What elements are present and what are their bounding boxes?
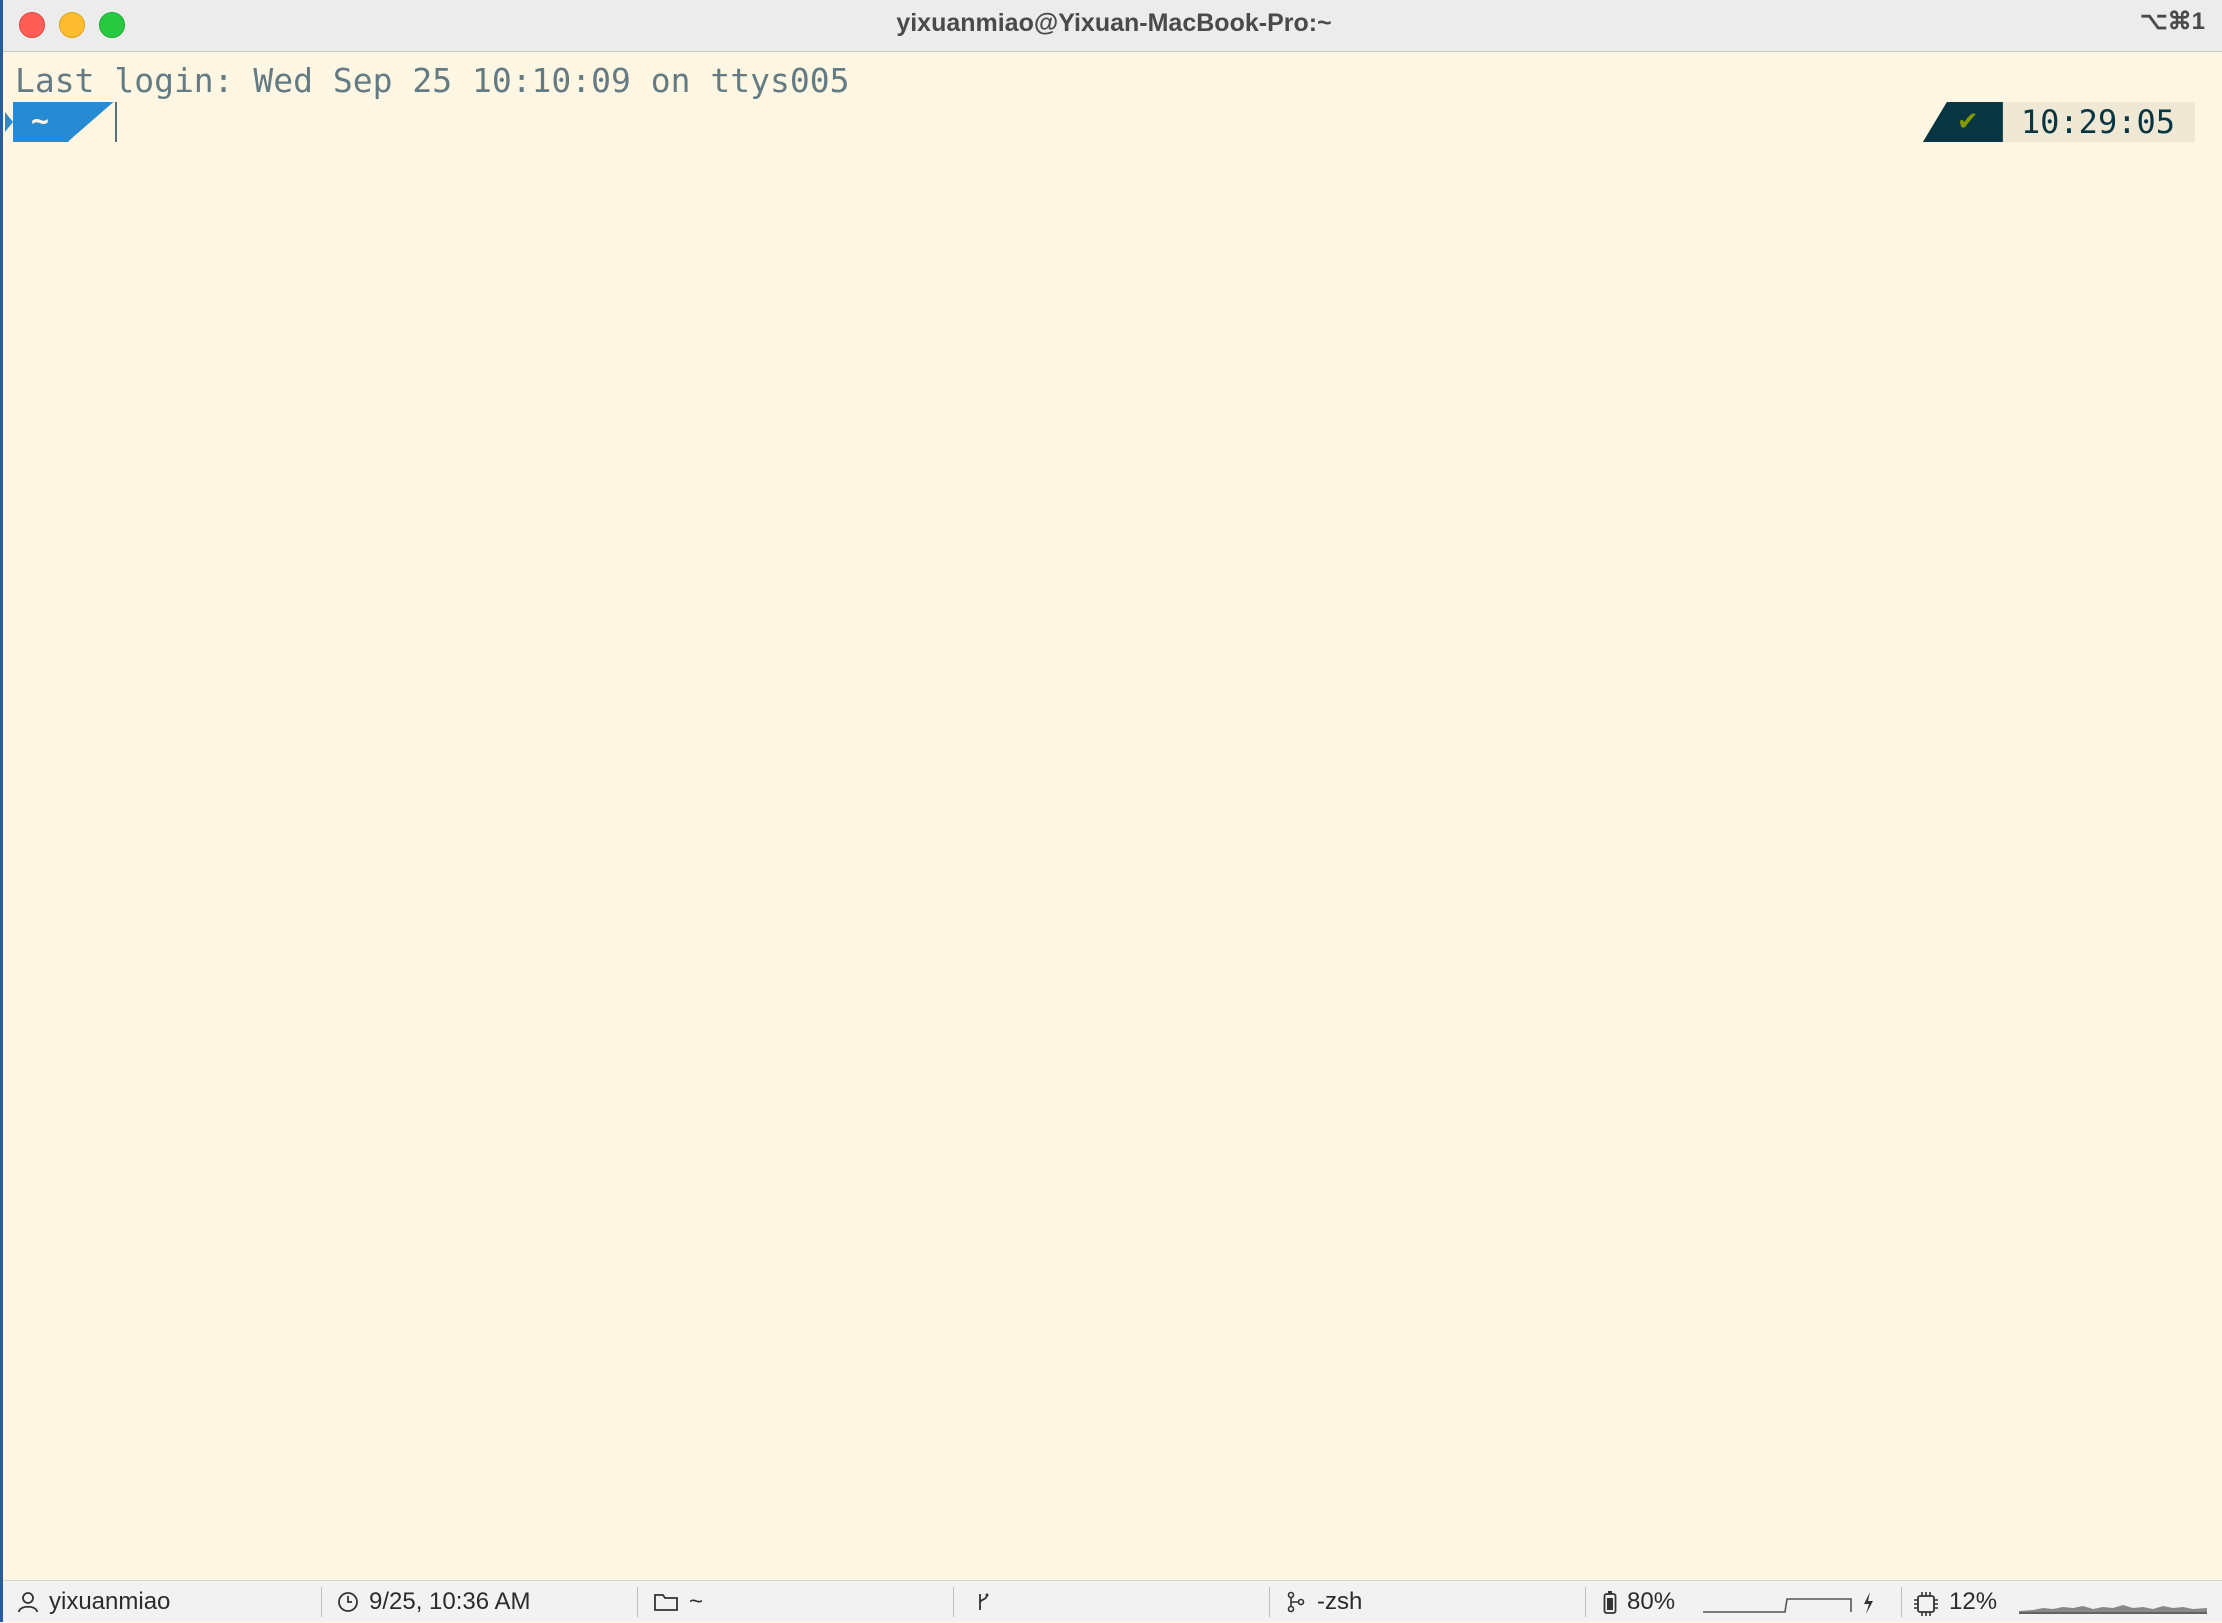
git-branch-icon [973,1591,995,1613]
status-battery[interactable]: 80% [1603,1581,1675,1623]
text-cursor [115,102,117,142]
status-bar: yixuanmiao 9/25, 10:36 AM ~ -zsh 80% 12% [3,1580,2222,1622]
status-divider [321,1587,322,1617]
terminal-window: yixuanmiao@Yixuan-MacBook-Pro:~ ⌥⌘1 Last… [0,0,2222,1622]
charging-icon [1861,1591,1883,1614]
status-datetime-label: 9/25, 10:36 AM [369,1588,531,1615]
status-directory-label: ~ [689,1588,704,1615]
prompt-time: 10:29:05 [2002,102,2195,142]
status-divider [1585,1587,1586,1617]
status-cpu-label: 12% [1949,1588,1998,1615]
status-divider [1901,1587,1902,1617]
status-segment: ✔ [1922,102,2003,142]
status-user-label: yixuanmiao [49,1588,171,1615]
prompt-segment-outline [68,102,115,142]
status-cpu[interactable]: 12% [1913,1581,1997,1623]
status-job-label: -zsh [1317,1588,1363,1615]
check-icon: ✔ [1956,107,1979,137]
user-icon [17,1591,39,1613]
status-git[interactable] [973,1581,1005,1623]
window-shortcut: ⌥⌘1 [2139,8,2205,35]
status-divider [637,1587,638,1617]
status-battery-label: 80% [1627,1588,1676,1615]
clock-icon [337,1591,359,1613]
status-divider [953,1587,954,1617]
cpu-icon [1913,1591,1939,1616]
folder-icon [653,1591,679,1613]
cpu-history-graph [2019,1605,2207,1614]
status-divider [1269,1587,1270,1617]
last-login-line: Last login: Wed Sep 25 10:10:09 on ttys0… [15,61,850,100]
process-icon [1285,1591,1307,1613]
status-user[interactable]: yixuanmiao [17,1581,170,1623]
status-job[interactable]: -zsh [1285,1581,1362,1623]
prompt-edge-marker [5,112,13,132]
battery-icon [1603,1591,1617,1614]
status-directory[interactable]: ~ [653,1581,703,1623]
battery-history-graph [1703,1598,1852,1613]
prompt-directory: ~ [31,104,50,139]
prompt-line: ~ ✔ 10:29:05 [3,100,2222,144]
title-bar[interactable]: yixuanmiao@Yixuan-MacBook-Pro:~ ⌥⌘1 [3,0,2222,52]
terminal-area[interactable]: Last login: Wed Sep 25 10:10:09 on ttys0… [3,52,2222,1580]
status-datetime[interactable]: 9/25, 10:36 AM [337,1581,530,1623]
right-prompt: ✔ 10:29:05 [1922,102,2195,142]
window-title: yixuanmiao@Yixuan-MacBook-Pro:~ [896,9,1332,37]
